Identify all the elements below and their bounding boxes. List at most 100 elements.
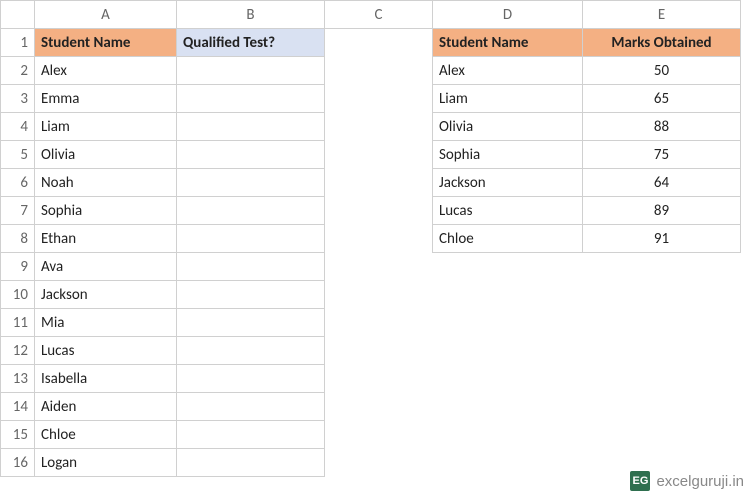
col-header-C[interactable]: C: [325, 1, 433, 29]
cell-A10[interactable]: Jackson: [35, 281, 177, 309]
row-header-8[interactable]: 8: [1, 225, 35, 253]
cell-E4[interactable]: 88: [583, 113, 741, 141]
cell-A2[interactable]: Alex: [35, 57, 177, 85]
row-header-1[interactable]: 1: [1, 29, 35, 57]
cell-C11[interactable]: [325, 309, 433, 337]
cell-C15[interactable]: [325, 421, 433, 449]
cell-B7[interactable]: [177, 197, 325, 225]
cell-E10[interactable]: [583, 281, 741, 309]
cell-A16[interactable]: Logan: [35, 449, 177, 477]
cell-B5[interactable]: [177, 141, 325, 169]
cell-A14[interactable]: Aiden: [35, 393, 177, 421]
cell-B9[interactable]: [177, 253, 325, 281]
cell-D7[interactable]: Lucas: [433, 197, 583, 225]
col-header-A[interactable]: A: [35, 1, 177, 29]
row-header-16[interactable]: 16: [1, 449, 35, 477]
row-header-3[interactable]: 3: [1, 85, 35, 113]
cell-B4[interactable]: [177, 113, 325, 141]
cell-D12[interactable]: [433, 337, 583, 365]
cell-E8[interactable]: 91: [583, 225, 741, 253]
cell-D13[interactable]: [433, 365, 583, 393]
cell-B12[interactable]: [177, 337, 325, 365]
cell-C3[interactable]: [325, 85, 433, 113]
cell-D16[interactable]: [433, 449, 583, 477]
cell-C2[interactable]: [325, 57, 433, 85]
cell-C4[interactable]: [325, 113, 433, 141]
cell-B6[interactable]: [177, 169, 325, 197]
row-header-15[interactable]: 15: [1, 421, 35, 449]
row-header-4[interactable]: 4: [1, 113, 35, 141]
cell-D8[interactable]: Chloe: [433, 225, 583, 253]
cell-E5[interactable]: 75: [583, 141, 741, 169]
cell-D2[interactable]: Alex: [433, 57, 583, 85]
cell-D15[interactable]: [433, 421, 583, 449]
row-header-2[interactable]: 2: [1, 57, 35, 85]
row-header-9[interactable]: 9: [1, 253, 35, 281]
cell-E14[interactable]: [583, 393, 741, 421]
row-header-7[interactable]: 7: [1, 197, 35, 225]
cell-B16[interactable]: [177, 449, 325, 477]
cell-B13[interactable]: [177, 365, 325, 393]
cell-E7[interactable]: 89: [583, 197, 741, 225]
cell-A7[interactable]: Sophia: [35, 197, 177, 225]
cell-D1[interactable]: Student Name: [433, 29, 583, 57]
cell-A5[interactable]: Olivia: [35, 141, 177, 169]
cell-E1[interactable]: Marks Obtained: [583, 29, 741, 57]
cell-D9[interactable]: [433, 253, 583, 281]
row-header-5[interactable]: 5: [1, 141, 35, 169]
cell-D3[interactable]: Liam: [433, 85, 583, 113]
cell-B14[interactable]: [177, 393, 325, 421]
cell-B11[interactable]: [177, 309, 325, 337]
cell-C12[interactable]: [325, 337, 433, 365]
cell-E3[interactable]: 65: [583, 85, 741, 113]
cell-A15[interactable]: Chloe: [35, 421, 177, 449]
cell-C10[interactable]: [325, 281, 433, 309]
cell-E2[interactable]: 50: [583, 57, 741, 85]
cell-C5[interactable]: [325, 141, 433, 169]
cell-E6[interactable]: 64: [583, 169, 741, 197]
cell-D14[interactable]: [433, 393, 583, 421]
cell-D5[interactable]: Sophia: [433, 141, 583, 169]
cell-A12[interactable]: Lucas: [35, 337, 177, 365]
cell-B10[interactable]: [177, 281, 325, 309]
cell-E12[interactable]: [583, 337, 741, 365]
cell-B2[interactable]: [177, 57, 325, 85]
cell-C9[interactable]: [325, 253, 433, 281]
row-header-13[interactable]: 13: [1, 365, 35, 393]
cell-C16[interactable]: [325, 449, 433, 477]
cell-C1[interactable]: [325, 29, 433, 57]
cell-E11[interactable]: [583, 309, 741, 337]
cell-C14[interactable]: [325, 393, 433, 421]
row-header-12[interactable]: 12: [1, 337, 35, 365]
row-header-6[interactable]: 6: [1, 169, 35, 197]
cell-D11[interactable]: [433, 309, 583, 337]
cell-A11[interactable]: Mia: [35, 309, 177, 337]
cell-D6[interactable]: Jackson: [433, 169, 583, 197]
cell-A4[interactable]: Liam: [35, 113, 177, 141]
select-all-corner[interactable]: [1, 1, 35, 29]
cell-A3[interactable]: Emma: [35, 85, 177, 113]
cell-E15[interactable]: [583, 421, 741, 449]
row-header-11[interactable]: 11: [1, 309, 35, 337]
row-header-10[interactable]: 10: [1, 281, 35, 309]
cell-A9[interactable]: Ava: [35, 253, 177, 281]
cell-D4[interactable]: Olivia: [433, 113, 583, 141]
cell-B1[interactable]: Qualified Test?: [177, 29, 325, 57]
cell-C7[interactable]: [325, 197, 433, 225]
cell-B15[interactable]: [177, 421, 325, 449]
cell-E9[interactable]: [583, 253, 741, 281]
cell-C8[interactable]: [325, 225, 433, 253]
cell-A6[interactable]: Noah: [35, 169, 177, 197]
col-header-B[interactable]: B: [177, 1, 325, 29]
spreadsheet-grid[interactable]: A B C D E 1Student NameQualified Test?St…: [0, 0, 741, 477]
cell-E13[interactable]: [583, 365, 741, 393]
cell-A8[interactable]: Ethan: [35, 225, 177, 253]
cell-B8[interactable]: [177, 225, 325, 253]
cell-D10[interactable]: [433, 281, 583, 309]
cell-C13[interactable]: [325, 365, 433, 393]
cell-C6[interactable]: [325, 169, 433, 197]
col-header-D[interactable]: D: [433, 1, 583, 29]
col-header-E[interactable]: E: [583, 1, 741, 29]
cell-B3[interactable]: [177, 85, 325, 113]
row-header-14[interactable]: 14: [1, 393, 35, 421]
